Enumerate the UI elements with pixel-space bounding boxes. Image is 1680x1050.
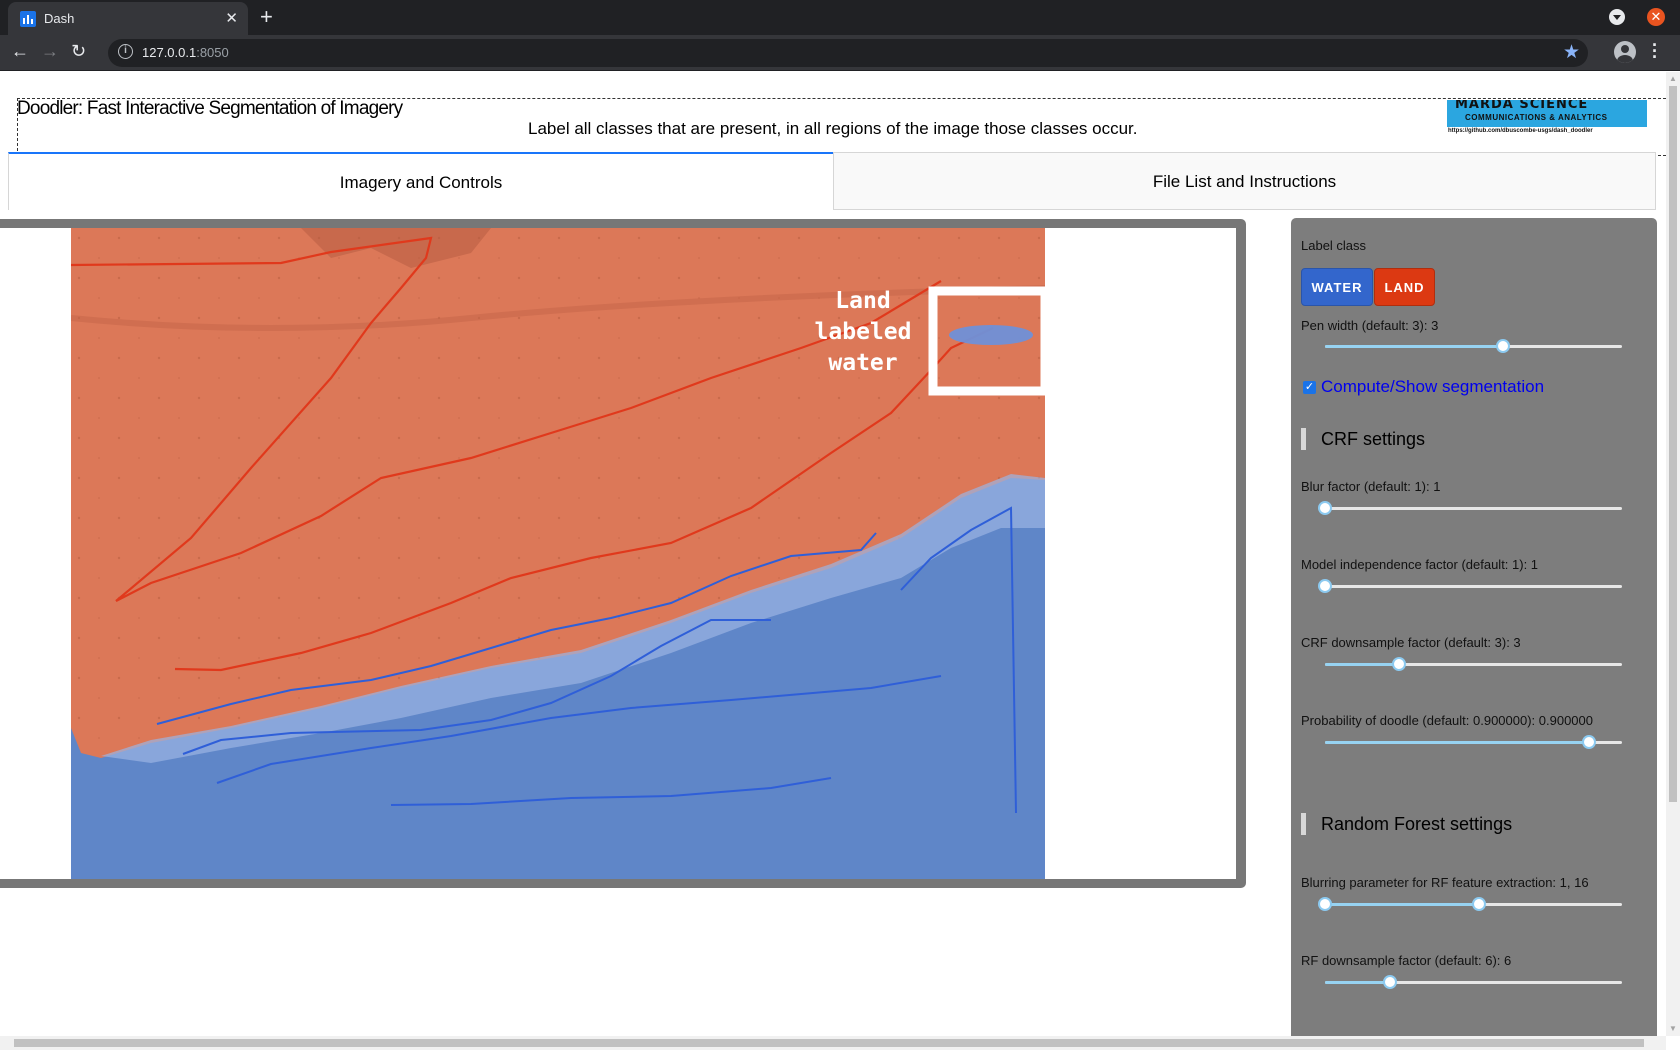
tab-imagery-and-controls[interactable]: Imagery and Controls [8, 152, 833, 210]
crf-downsample-handle[interactable] [1392, 657, 1407, 671]
marda-science-logo: MARDA SCIENCE COMMUNICATIONS & ANALYTICS [1447, 100, 1647, 127]
crf-downsample-slider[interactable] [1325, 657, 1622, 671]
tab-label: Imagery and Controls [339, 173, 503, 192]
blur-factor-slider[interactable] [1318, 501, 1622, 515]
water-class-button[interactable]: WATER [1301, 268, 1373, 306]
reload-icon[interactable]: ↻ [71, 41, 86, 62]
model-independence-slider[interactable] [1318, 579, 1622, 593]
rf-downsample-slider[interactable] [1325, 975, 1622, 989]
pen-width-handle[interactable] [1496, 339, 1511, 353]
rf-blur-label: Blurring parameter for RF feature extrac… [1301, 875, 1589, 890]
rf-blur-handle-max[interactable] [1472, 897, 1487, 911]
annotation-line-2: labeled [815, 319, 912, 345]
logo-line-1: MARDA SCIENCE [1455, 100, 1589, 112]
mislabeled-water-patch [949, 325, 1033, 345]
annotation-line-3: water [828, 350, 897, 376]
label-class-title: Label class [1301, 238, 1367, 253]
crf-settings-heading: CRF settings [1301, 428, 1425, 450]
segmentation-image[interactable]: Land labeled water [71, 228, 1045, 879]
site-info-icon[interactable]: i [118, 44, 133, 59]
rf-downsample-handle[interactable] [1383, 975, 1398, 989]
window-close-icon[interactable]: ✕ [1647, 8, 1665, 26]
app-title: Doodler: Fast Interactive Segmentation o… [17, 98, 403, 119]
main-tabs: Imagery and Controls File List and Instr… [8, 152, 1656, 210]
browser-tab[interactable]: Dash ✕ [8, 2, 248, 35]
probability-of-doodle-handle[interactable] [1582, 735, 1597, 749]
compute-segmentation-label[interactable]: Compute/Show segmentation [1321, 377, 1544, 397]
logo-line-2: COMMUNICATIONS & ANALYTICS [1465, 113, 1608, 122]
browser-tab-strip: Dash ✕ + ✕ [0, 0, 1680, 35]
pen-width-slider[interactable] [1325, 339, 1622, 353]
rf-blur-handle-min[interactable] [1318, 897, 1332, 911]
vertical-scroll-thumb[interactable] [1669, 86, 1677, 802]
instructions-text: Label all classes that are present, in a… [528, 119, 1138, 138]
tab-search-icon[interactable] [1609, 9, 1625, 25]
image-panel: Land labeled water [0, 219, 1246, 888]
random-forest-settings-heading: Random Forest settings [1301, 813, 1512, 835]
bookmark-star-icon[interactable]: ★ [1563, 41, 1580, 64]
browser-toolbar: ← → ↻ i 127.0.0.1:8050 ★ · · · [0, 35, 1680, 71]
profile-avatar-icon[interactable] [1614, 41, 1636, 63]
model-independence-label: Model independence factor (default: 1): … [1301, 557, 1539, 572]
land-class-button[interactable]: LAND [1374, 268, 1435, 306]
back-icon[interactable]: ← [11, 41, 29, 62]
probability-of-doodle-label: Probability of doodle (default: 0.900000… [1301, 713, 1593, 728]
pen-width-label: Pen width (default: 3): 3 [1301, 318, 1439, 333]
crf-downsample-label: CRF downsample factor (default: 3): 3 [1301, 635, 1521, 650]
scroll-up-icon[interactable]: ▲ [1669, 74, 1677, 83]
tab-file-list-and-instructions[interactable]: File List and Instructions [833, 152, 1656, 210]
address-bar[interactable]: i 127.0.0.1:8050 ★ [108, 39, 1588, 67]
annotation-line-1: Land [835, 288, 890, 314]
control-panel: Label class WATER LAND Pen width (defaul… [1291, 218, 1657, 1036]
drawing-canvas[interactable]: Land labeled water [0, 228, 1236, 879]
browser-tab-title: Dash [44, 11, 75, 26]
browser-menu-icon[interactable]: · · · [1652, 36, 1658, 66]
probability-of-doodle-slider[interactable] [1325, 735, 1622, 749]
rf-blur-range-slider[interactable] [1318, 897, 1622, 911]
logo-url: https://github.com/dbuscombe-usgs/dash_d… [1448, 128, 1593, 134]
page-content: Doodler: Fast Interactive Segmentation o… [0, 72, 1666, 1036]
new-tab-icon[interactable]: + [260, 4, 273, 30]
horizontal-scrollbar[interactable] [0, 1036, 1666, 1050]
vertical-scrollbar[interactable]: ▲ ▼ [1666, 72, 1680, 1036]
close-tab-icon[interactable]: ✕ [225, 9, 238, 27]
compute-segmentation-checkbox[interactable]: ✓ [1303, 381, 1316, 394]
model-independence-handle[interactable] [1318, 579, 1332, 593]
blur-factor-label: Blur factor (default: 1): 1 [1301, 479, 1441, 494]
tab-label: File List and Instructions [1152, 172, 1337, 191]
dash-favicon-icon [20, 11, 36, 27]
rf-downsample-label: RF downsample factor (default: 6): 6 [1301, 953, 1512, 968]
horizontal-scroll-thumb[interactable] [14, 1039, 1644, 1047]
scroll-down-icon[interactable]: ▼ [1669, 1024, 1677, 1033]
blur-factor-handle[interactable] [1318, 501, 1332, 515]
forward-icon[interactable]: → [41, 41, 59, 62]
url-text: 127.0.0.1:8050 [142, 45, 229, 60]
